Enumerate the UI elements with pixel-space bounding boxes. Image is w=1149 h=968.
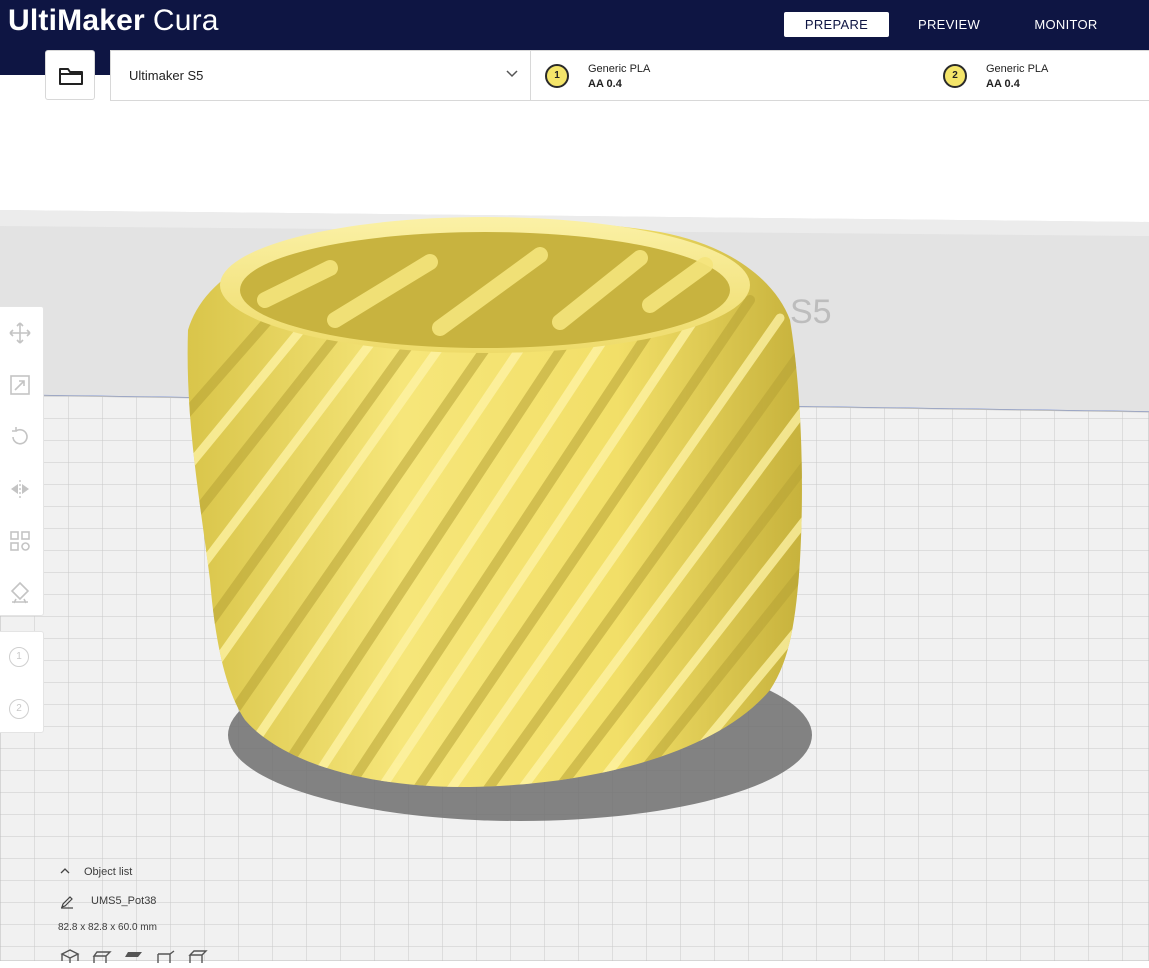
extruder-1-tool[interactable]: 1 (9, 647, 29, 667)
extruder-tool-panel: 1 2 (0, 631, 44, 733)
object-dimensions: 82.8 x 82.8 x 60.0 mm (58, 922, 157, 933)
extruder-2-material: Generic PLA (986, 63, 1049, 75)
extruder-2-config[interactable]: 2 Generic PLA AA 0.4 (929, 51, 1149, 100)
logo-brand: UltiMaker (8, 4, 145, 37)
3d-viewport[interactable]: S5 (0, 101, 1149, 961)
printer-settings-bar: Ultimaker S5 1 Generic PLA AA 0.4 2 Gene… (110, 50, 1149, 101)
extruder-1-icon: 1 (545, 64, 569, 88)
per-model-settings-button[interactable] (8, 529, 32, 553)
rotate-icon (12, 427, 28, 445)
machine-name: Ultimaker S5 (129, 68, 204, 83)
machine-selector[interactable]: Ultimaker S5 (111, 51, 531, 100)
object-list-title[interactable]: Object list (84, 866, 132, 878)
scale-icon (10, 375, 30, 395)
tab-prepare[interactable]: PREPARE (784, 12, 889, 37)
rotate-tool-button[interactable] (8, 425, 32, 449)
open-file-button[interactable] (45, 50, 95, 100)
extruder-1-material: Generic PLA (588, 63, 651, 75)
extruder-1-config[interactable]: 1 Generic PLA AA 0.4 (531, 51, 831, 100)
app-logo: UltiMaker Cura (8, 4, 219, 38)
object-name[interactable]: UMS5_Pot38 (91, 895, 156, 907)
extruder-2-tool[interactable]: 2 (9, 699, 29, 719)
support-blocker-icon (10, 581, 30, 604)
folder-icon (59, 68, 83, 85)
per-model-settings-icon (10, 531, 30, 551)
chevron-up-icon[interactable] (60, 867, 70, 874)
scale-tool-button[interactable] (8, 373, 32, 397)
pencil-icon[interactable] (60, 895, 74, 909)
move-tool-button[interactable] (8, 321, 32, 345)
logo-product: Cura (152, 4, 219, 37)
support-blocker-button[interactable] (8, 581, 32, 605)
tab-preview[interactable]: PREVIEW (899, 12, 999, 37)
mirror-tool-button[interactable] (8, 477, 32, 501)
extruder-2-nozzle: AA 0.4 (986, 78, 1020, 90)
mirror-icon (11, 480, 29, 498)
move-icon (9, 322, 31, 344)
viewport-scene: S5 (0, 101, 1149, 961)
build-plate-label: S5 (790, 293, 832, 331)
extruder-2-icon: 2 (943, 64, 967, 88)
extruder-1-nozzle: AA 0.4 (588, 78, 622, 90)
chevron-down-icon (506, 70, 518, 78)
tab-monitor[interactable]: MONITOR (1016, 12, 1116, 37)
tool-panel (0, 306, 44, 616)
